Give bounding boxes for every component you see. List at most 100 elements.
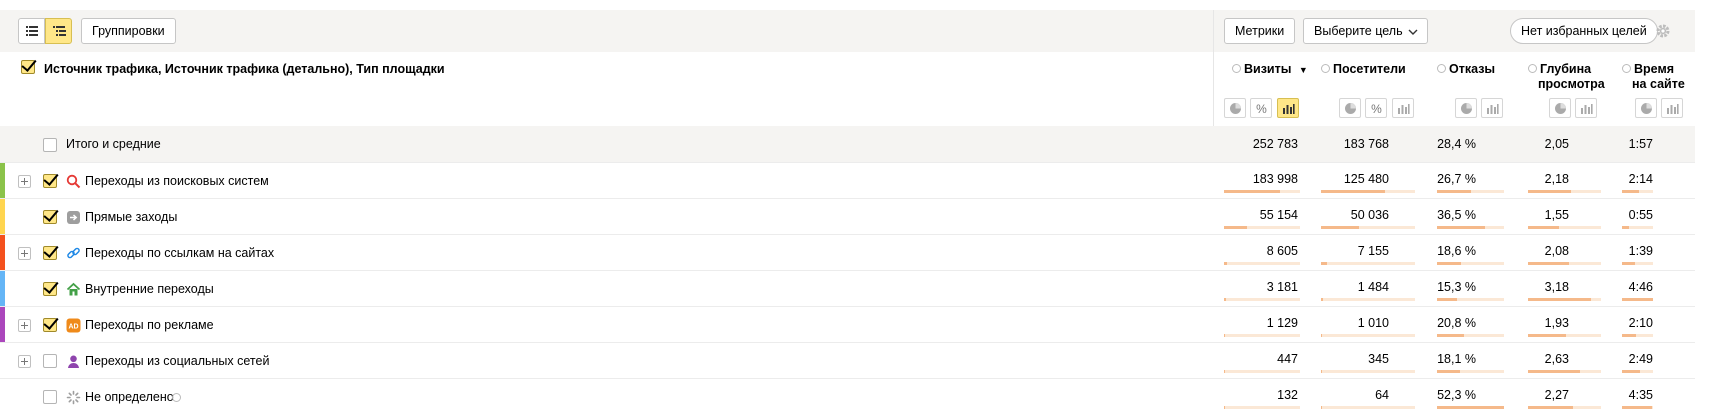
expand-row-button[interactable]	[18, 175, 31, 188]
bar-chart-icon	[1397, 102, 1410, 115]
bounce-pie-toggle[interactable]	[1455, 98, 1477, 118]
help-icon[interactable]	[1437, 64, 1446, 73]
metric-bar-track	[1437, 334, 1504, 337]
goal-select[interactable]: Выберите цель	[1303, 18, 1428, 44]
totals-label: Итого и средние	[66, 137, 161, 151]
metric-bar-track	[1622, 298, 1653, 301]
expand-row-button[interactable]	[18, 319, 31, 332]
chevron-down-icon	[1408, 29, 1418, 35]
bounce-bar-toggle[interactable]	[1481, 98, 1503, 118]
cell-depth: 2,27	[1545, 388, 1569, 402]
metric-bar-fill	[1528, 298, 1591, 301]
totals-visits: 252 783	[1253, 137, 1298, 151]
metric-bar-fill	[1321, 190, 1385, 193]
help-icon[interactable]	[1232, 64, 1241, 73]
list-view-toggle[interactable]	[18, 18, 45, 44]
metric-bar-fill	[1622, 190, 1639, 193]
table-row[interactable]: Переходы по ссылкам на сайтах8 6057 1551…	[0, 234, 1695, 270]
row-checkbox[interactable]	[43, 210, 57, 224]
row-color-marker	[0, 307, 5, 342]
depth-pie-toggle[interactable]	[1549, 98, 1571, 118]
row-checkbox[interactable]	[43, 174, 57, 188]
totals-time: 1:57	[1629, 137, 1653, 151]
table-row[interactable]: Переходы из поисковых систем183 998125 4…	[0, 162, 1695, 198]
groupings-button[interactable]: Группировки	[81, 18, 176, 44]
metric-bar-track	[1321, 226, 1415, 229]
column-bounce-label: Отказы	[1449, 62, 1495, 76]
row-checkbox[interactable]	[43, 282, 57, 296]
select-all-checkbox[interactable]	[21, 60, 35, 74]
visits-pie-toggle[interactable]	[1224, 98, 1246, 118]
row-label[interactable]: Внутренние переходы	[85, 282, 214, 296]
metric-bar-fill	[1528, 406, 1573, 409]
visits-bar-toggle[interactable]	[1277, 98, 1299, 118]
metrics-button[interactable]: Метрики	[1224, 18, 1295, 44]
arrow-enter-icon	[66, 210, 81, 225]
gear-icon[interactable]	[1655, 23, 1671, 39]
pie-chart-icon	[1344, 102, 1357, 115]
table-row[interactable]: Внутренние переходы3 1811 48415,3 %3,184…	[0, 270, 1695, 306]
metric-bar-track	[1437, 370, 1504, 373]
cell-visitors: 7 155	[1358, 244, 1389, 258]
favorite-goals-button[interactable]: Нет избранных целей	[1510, 18, 1658, 44]
totals-checkbox[interactable]	[43, 138, 57, 152]
pie-chart-icon	[1554, 102, 1567, 115]
column-header-time[interactable]: Время на сайте	[1622, 62, 1685, 92]
metric-bar-fill	[1528, 262, 1569, 265]
visitors-percent-toggle[interactable]: %	[1365, 98, 1387, 118]
row-label[interactable]: Переходы по рекламе	[85, 318, 214, 332]
metric-bar-fill	[1528, 190, 1571, 193]
table-row[interactable]: Переходы из социальных сетей44734518,1 %…	[0, 342, 1695, 378]
row-label[interactable]: Не определено	[85, 390, 174, 404]
svg-text:%: %	[1371, 102, 1382, 115]
time-pie-toggle[interactable]	[1635, 98, 1657, 118]
metric-bar-track	[1437, 190, 1504, 193]
table-row[interactable]: ADПереходы по рекламе1 1291 01020,8 %1,9…	[0, 306, 1695, 342]
metric-bar-track	[1437, 298, 1504, 301]
row-checkbox[interactable]	[43, 354, 57, 368]
column-header-depth[interactable]: Глубина просмотра	[1528, 62, 1605, 92]
time-bar-toggle[interactable]	[1661, 98, 1683, 118]
column-header-visitors[interactable]: Посетители	[1321, 62, 1406, 77]
expand-row-button[interactable]	[18, 247, 31, 260]
cell-visits: 183 998	[1253, 172, 1298, 186]
row-label[interactable]: Переходы из социальных сетей	[85, 354, 269, 368]
row-label[interactable]: Переходы по ссылкам на сайтах	[85, 246, 274, 260]
spinner-icon	[66, 390, 81, 405]
table-row[interactable]: Прямые заходы55 15450 03636,5 %1,550:55	[0, 198, 1695, 234]
column-header-bounce[interactable]: Отказы	[1437, 62, 1495, 77]
cell-visitors: 1 010	[1358, 316, 1389, 330]
sort-desc-icon: ▼	[1299, 65, 1308, 75]
visitors-bar-toggle[interactable]	[1392, 98, 1414, 118]
help-icon[interactable]	[1321, 64, 1330, 73]
tree-view-toggle[interactable]	[45, 18, 72, 44]
column-header-visits[interactable]: Визиты ▼	[1232, 62, 1308, 78]
expand-row-button[interactable]	[18, 355, 31, 368]
metric-bar-fill	[1622, 226, 1629, 229]
metric-bar-track	[1528, 370, 1601, 373]
visitors-pie-toggle[interactable]	[1339, 98, 1361, 118]
help-icon[interactable]	[172, 393, 181, 402]
cell-visits: 3 181	[1267, 280, 1298, 294]
visits-percent-toggle[interactable]: %	[1250, 98, 1272, 118]
cell-depth: 2,08	[1545, 244, 1569, 258]
help-icon[interactable]	[1622, 64, 1631, 73]
metric-bar-fill	[1622, 370, 1640, 373]
cell-bounce: 18,1 %	[1437, 352, 1476, 366]
metric-bar-track	[1224, 226, 1300, 229]
tree-list-icon	[53, 26, 66, 36]
depth-bar-toggle[interactable]	[1575, 98, 1597, 118]
metric-bar-fill	[1321, 298, 1323, 301]
pie-chart-icon	[1229, 102, 1242, 115]
row-checkbox[interactable]	[43, 246, 57, 260]
row-checkbox[interactable]	[43, 390, 57, 404]
row-checkbox[interactable]	[43, 318, 57, 332]
row-label[interactable]: Прямые заходы	[85, 210, 177, 224]
metric-bar-track	[1321, 334, 1415, 337]
table-row[interactable]: Не определено1326452,3 %2,274:35	[0, 378, 1695, 414]
cell-visits: 132	[1277, 388, 1298, 402]
help-icon[interactable]	[1528, 64, 1537, 73]
metric-bar-fill	[1437, 298, 1457, 301]
row-label[interactable]: Переходы из поисковых систем	[85, 174, 269, 188]
totals-visitors: 183 768	[1344, 137, 1389, 151]
